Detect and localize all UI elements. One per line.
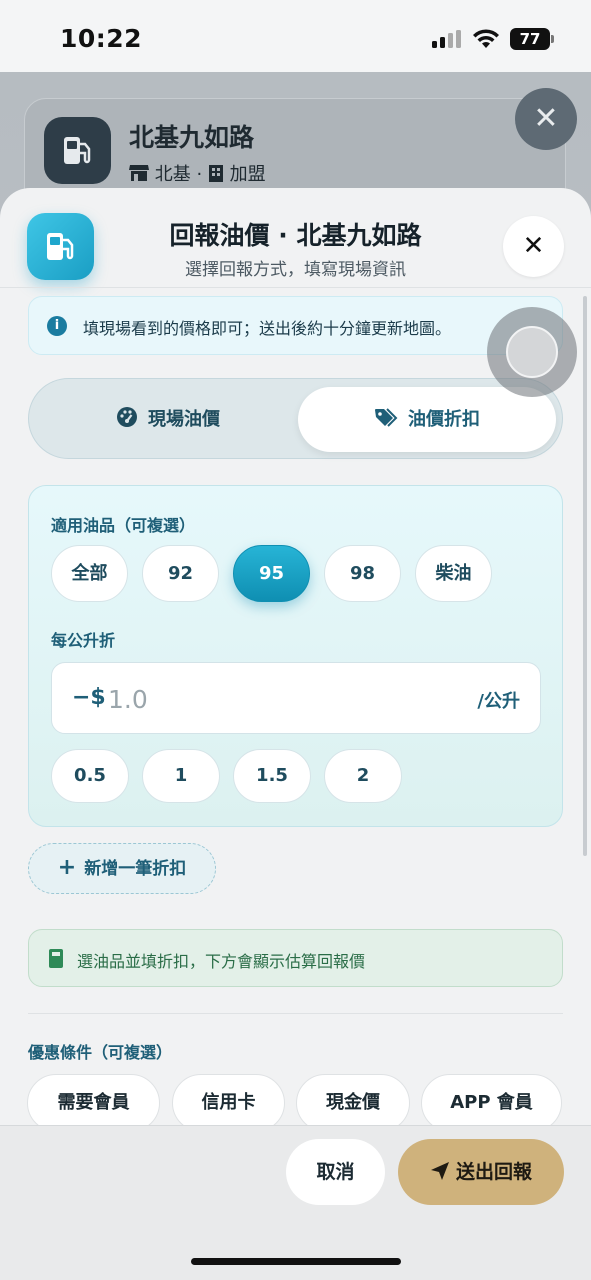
discount-per-liter-label: 每公升折 — [51, 631, 116, 650]
tab-onsite-price[interactable]: 現場油價 — [39, 387, 297, 452]
fuel-chip-diesel[interactable]: 柴油 — [415, 545, 492, 602]
tab-onsite-label: 現場油價 — [148, 409, 220, 430]
hint-text: 選油品並填折扣，下方會顯示估算回報價 — [77, 952, 366, 971]
quick-amount-1[interactable]: 1 — [142, 749, 220, 803]
discount-card: 適用油品（可複選） 全部 92 95 98 柴油 每公升折 −$ /公升 0.5… — [28, 485, 563, 827]
plus-icon: + — [57, 855, 77, 880]
discount-amount-field: −$ /公升 — [51, 662, 541, 734]
fuel-chip-92[interactable]: 92 — [142, 545, 219, 602]
home-indicator[interactable] — [191, 1258, 401, 1265]
calculator-icon — [49, 949, 63, 968]
cellular-signal-icon — [432, 30, 462, 48]
conditions-label: 優惠條件（可複選） — [28, 1043, 173, 1062]
building-icon — [208, 164, 230, 185]
scrollbar[interactable] — [583, 296, 587, 856]
estimate-hint: 選油品並填折扣，下方會顯示估算回報價 — [28, 929, 563, 987]
status-bar: 10:22 77 — [0, 0, 591, 72]
condition-chip-app-member[interactable]: APP 會員 — [421, 1074, 562, 1132]
amount-unit: /公升 — [477, 691, 520, 712]
fuel-chip-95[interactable]: 95 — [233, 545, 310, 602]
tab-discount[interactable]: 油價折扣 — [298, 387, 556, 452]
info-text: 填現場看到的價格即可；送出後約十分鐘更新地圖。 — [83, 319, 452, 338]
battery-icon: 77 — [510, 28, 550, 50]
action-footer: 取消 送出回報 — [0, 1125, 591, 1280]
condition-chip-cash[interactable]: 現金價 — [296, 1074, 410, 1132]
tab-discount-label: 油價折扣 — [408, 409, 480, 430]
condition-chip-member[interactable]: 需要會員 — [27, 1074, 160, 1132]
station-name: 北基九如路 — [129, 123, 255, 152]
condition-chip-credit-card[interactable]: 信用卡 — [172, 1074, 285, 1132]
close-icon: ✕ — [522, 231, 545, 261]
submit-report-button[interactable]: 送出回報 — [398, 1139, 564, 1205]
close-icon[interactable]: ✕ — [515, 88, 577, 150]
store-icon — [129, 164, 155, 185]
station-type: 加盟 — [229, 164, 266, 185]
gauge-icon — [116, 407, 148, 430]
battery-tip — [551, 35, 554, 43]
meta-separator: · — [196, 164, 203, 185]
fuel-chip-98[interactable]: 98 — [324, 545, 401, 602]
tag-icon — [374, 408, 408, 430]
submit-label: 送出回報 — [455, 1161, 532, 1183]
fuel-chip-all[interactable]: 全部 — [51, 545, 128, 602]
fuel-pump-icon — [44, 117, 111, 184]
station-meta: 北基 · 加盟 — [129, 160, 266, 186]
cancel-button[interactable]: 取消 — [286, 1139, 385, 1205]
amount-prefix: −$ — [72, 685, 106, 710]
touch-indicator-dot — [506, 326, 558, 378]
fuel-type-label: 適用油品（可複選） — [51, 516, 196, 535]
discount-amount-input[interactable] — [108, 677, 408, 721]
report-mode-tabs: 現場油價 油價折扣 — [28, 378, 563, 459]
wifi-icon — [473, 29, 499, 48]
quick-amount-0-5[interactable]: 0.5 — [51, 749, 129, 803]
add-discount-button[interactable]: + 新增一筆折扣 — [28, 843, 216, 894]
add-discount-label: 新增一筆折扣 — [84, 859, 187, 879]
quick-amount-1-5[interactable]: 1.5 — [233, 749, 311, 803]
status-time: 10:22 — [60, 24, 143, 53]
sheet-subtitle: 選擇回報方式，填寫現場資訊 — [185, 260, 406, 280]
section-divider — [28, 1013, 563, 1014]
info-icon: i — [47, 316, 67, 336]
header-divider — [0, 287, 591, 288]
quick-amount-2[interactable]: 2 — [324, 749, 402, 803]
send-icon — [430, 1161, 456, 1183]
info-banner: i 填現場看到的價格即可；送出後約十分鐘更新地圖。 — [28, 296, 563, 355]
close-button[interactable]: ✕ — [503, 216, 564, 277]
station-area: 北基 — [154, 164, 191, 185]
